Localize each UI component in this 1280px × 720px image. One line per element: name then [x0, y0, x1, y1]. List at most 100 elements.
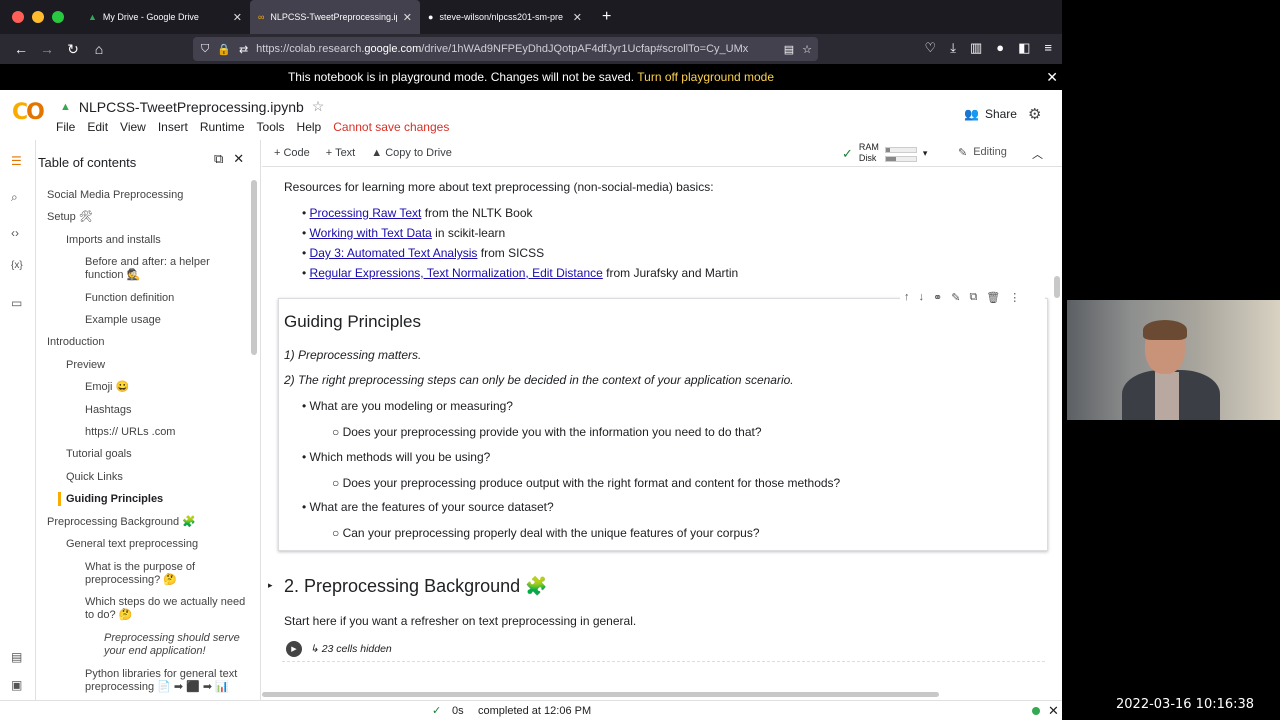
notebook-title[interactable]: NLPCSS-TweetPreprocessing.ipynb — [79, 99, 304, 115]
back-icon[interactable]: ← — [8, 41, 34, 57]
open-in-tab-icon[interactable]: ⧉ — [214, 151, 223, 167]
toc-item[interactable]: Preprocessing Background 🧩 — [47, 516, 196, 529]
extension-icon[interactable]: ◧ — [1018, 40, 1030, 56]
toc-item[interactable]: Social Media Preprocessing — [47, 189, 183, 202]
close-tab-icon[interactable]: ✕ — [403, 11, 412, 24]
collapse-section-icon[interactable]: ▸ — [268, 580, 273, 591]
toc-item[interactable]: Python libraries for general text — [85, 668, 237, 681]
profile-icon[interactable]: ● — [996, 40, 1004, 56]
chevron-down-icon[interactable]: ▾ — [923, 148, 928, 159]
toc-item[interactable]: Hashtags — [85, 404, 131, 417]
close-status-icon[interactable]: ✕ — [1048, 703, 1059, 719]
toc-item[interactable]: Quick Links — [66, 471, 123, 484]
add-text-button[interactable]: + Text — [326, 147, 355, 159]
toc-item[interactable]: your end application! — [104, 645, 206, 658]
reload-icon[interactable]: ↻ — [60, 41, 86, 58]
zoom-window-button[interactable] — [52, 11, 64, 23]
hidden-cells-bar[interactable]: ▶ ↳ 23 cells hidden — [282, 636, 1045, 662]
add-code-button[interactable]: + Code — [274, 147, 310, 159]
cannot-save-warning[interactable]: Cannot save changes — [333, 120, 449, 134]
download-icon[interactable]: ⤓ — [950, 40, 956, 56]
move-down-icon[interactable]: ↓ — [919, 291, 925, 303]
command-palette-icon[interactable]: ▤ — [11, 650, 22, 664]
close-banner-icon[interactable]: ✕ — [1046, 64, 1058, 90]
delete-icon[interactable]: 🗑 — [986, 291, 1000, 304]
toc-item[interactable]: Preview — [66, 359, 105, 372]
code-snippets-icon[interactable]: ‹› — [11, 226, 19, 240]
terminal-icon[interactable]: ▣ — [11, 678, 22, 692]
close-tab-icon[interactable]: ✕ — [573, 11, 582, 24]
files-icon[interactable]: ▭ — [11, 296, 22, 310]
horizontal-scrollbar[interactable] — [262, 692, 939, 697]
toc-item[interactable]: https:// URLs .com — [85, 426, 175, 439]
toc-item[interactable]: preprocessing 📄 ➡ ⬛ ➡ 📊 — [85, 681, 229, 694]
pocket-icon[interactable]: ♡ — [925, 40, 937, 56]
menu-edit[interactable]: Edit — [87, 120, 108, 134]
toc-item[interactable]: Which steps do we actually need — [85, 596, 245, 609]
tab-github[interactable]: ● steve-wilson/nlpcss201-sm-pre ✕ — [420, 0, 590, 34]
minimize-window-button[interactable] — [32, 11, 44, 23]
toc-item[interactable]: Tutorial goals — [66, 448, 132, 461]
star-icon[interactable]: ☆ — [312, 98, 325, 115]
sidebar-icon[interactable]: ▥ — [970, 40, 982, 56]
toc-item[interactable]: Before and after: a helper — [85, 256, 210, 269]
toc-item[interactable]: function 🕵 — [85, 269, 140, 282]
menu-view[interactable]: View — [120, 120, 146, 134]
toc-item[interactable]: to do? 🤔 — [85, 609, 132, 622]
close-window-button[interactable] — [12, 11, 24, 23]
url-text[interactable]: https://colab.research.google.com/drive/… — [256, 43, 776, 55]
menu-tools[interactable]: Tools — [257, 120, 285, 134]
toc-item[interactable]: Imports and installs — [66, 234, 161, 247]
resource-link[interactable]: Processing Raw Text — [310, 206, 422, 220]
menu-icon[interactable]: ≡ — [1044, 40, 1052, 56]
search-icon[interactable]: ⌕ — [11, 190, 18, 205]
shield-icon[interactable]: ⛉ — [201, 43, 209, 56]
play-icon[interactable]: ▶ — [286, 640, 302, 657]
reader-view-icon[interactable]: ▤ — [784, 43, 794, 56]
address-bar[interactable]: ⛉ 🔒 ⇄ https://colab.research.google.com/… — [193, 37, 818, 61]
menu-help[interactable]: Help — [297, 120, 322, 134]
toc-item[interactable]: Function definition — [85, 292, 174, 305]
toc-item[interactable]: preprocessing? 🤔 — [85, 574, 177, 587]
settings-gear-icon[interactable]: ⚙ — [1028, 105, 1041, 123]
chevron-up-icon[interactable]: ︿ — [1032, 146, 1043, 162]
more-options-icon[interactable]: ⋮ — [1009, 291, 1020, 304]
share-button[interactable]: 👥 Share — [964, 107, 1017, 121]
new-tab-button[interactable]: + — [602, 8, 611, 26]
lock-icon[interactable]: 🔒 — [217, 43, 231, 56]
ram-disk-indicator[interactable]: ✓ RAM Disk ▾ — [842, 142, 927, 164]
permissions-icon[interactable]: ⇄ — [239, 43, 248, 56]
toc-item[interactable]: What is the purpose of — [85, 561, 195, 574]
editing-mode-button[interactable]: ✎ Editing — [958, 146, 1007, 159]
turn-off-playground-link[interactable]: Turn off playground mode — [637, 70, 774, 84]
toc-scrollbar[interactable] — [251, 180, 257, 355]
bookmark-star-icon[interactable]: ☆ — [802, 43, 812, 56]
edit-icon[interactable]: ✎ — [951, 291, 960, 304]
menu-runtime[interactable]: Runtime — [200, 120, 245, 134]
toc-item[interactable]: Setup 🛠 — [47, 211, 93, 224]
tab-my-drive[interactable]: ▲ My Drive - Google Drive ✕ — [80, 0, 250, 34]
variables-icon[interactable]: {x} — [11, 260, 23, 271]
toc-item[interactable]: Example usage — [85, 314, 161, 327]
toc-item[interactable]: Emoji 😀 — [85, 381, 129, 394]
toc-item[interactable]: Introduction — [47, 336, 104, 349]
link-icon[interactable]: ⚭ — [933, 291, 942, 304]
resource-link[interactable]: Day 3: Automated Text Analysis — [310, 246, 478, 260]
home-icon[interactable]: ⌂ — [86, 41, 112, 57]
toc-icon[interactable]: ☰ — [11, 154, 22, 168]
colab-logo[interactable]: CO — [12, 100, 45, 125]
menu-file[interactable]: File — [56, 120, 75, 134]
move-up-icon[interactable]: ↑ — [904, 291, 910, 303]
forward-icon[interactable]: → — [34, 41, 60, 57]
tab-colab-notebook[interactable]: ∞ NLPCSS-TweetPreprocessing.ip ✕ — [250, 0, 420, 34]
menu-insert[interactable]: Insert — [158, 120, 188, 134]
copy-to-drive-button[interactable]: ▲ Copy to Drive — [371, 147, 452, 159]
toc-item-active[interactable]: Guiding Principles — [66, 493, 163, 506]
toc-item[interactable]: Preprocessing should serve — [104, 632, 240, 645]
mirror-cell-icon[interactable]: ⧉ — [969, 291, 977, 304]
resource-link[interactable]: Regular Expressions, Text Normalization,… — [310, 266, 603, 280]
close-tab-icon[interactable]: ✕ — [233, 11, 242, 24]
resource-link[interactable]: Working with Text Data — [310, 226, 432, 240]
toc-item[interactable]: General text preprocessing — [66, 538, 198, 551]
content-scrollbar[interactable] — [1054, 276, 1060, 298]
